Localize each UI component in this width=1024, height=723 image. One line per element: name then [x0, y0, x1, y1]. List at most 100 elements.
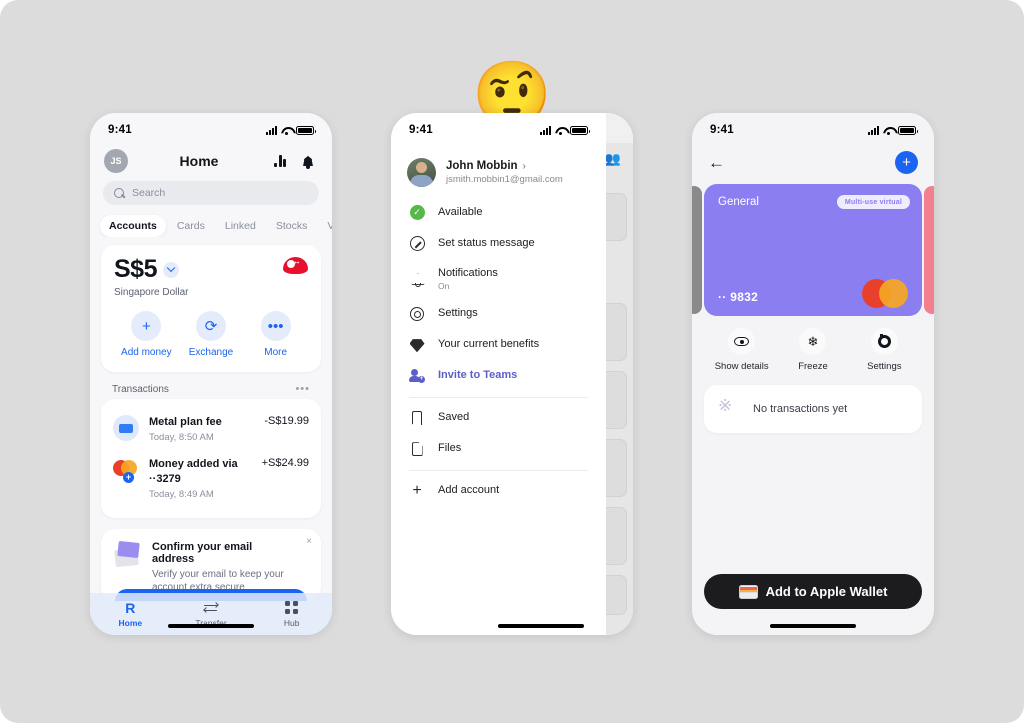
battery-icon [296, 125, 316, 135]
action-label: Exchange [188, 347, 234, 358]
menu-item-notifications[interactable]: Notifications On [391, 259, 606, 299]
status-icons [540, 125, 590, 135]
phone-3-card-detail: 9:41 ← + General Multi-use virtual ·· 98… [692, 113, 934, 635]
menu-item-files[interactable]: Files [391, 434, 606, 465]
cellular-signal-icon [540, 125, 551, 135]
chevron-right-icon: › [522, 160, 526, 172]
close-icon[interactable]: × [306, 536, 312, 547]
action-add-money[interactable]: + Add money [114, 311, 179, 358]
transactions-title: Transactions [112, 383, 169, 395]
singapore-flag-icon [283, 257, 308, 274]
currency-name: Singapore Dollar [114, 287, 189, 298]
menu-item-label: Settings [438, 307, 478, 320]
action-exchange[interactable]: ⟳ Exchange [179, 311, 244, 358]
cellular-signal-icon [868, 125, 879, 135]
nav-item-home[interactable]: R Home [90, 599, 171, 629]
tab-linked[interactable]: Linked [216, 215, 265, 237]
transaction-time: Today, 8:50 AM [149, 431, 214, 443]
status-time: 9:41 [710, 124, 734, 136]
action-label: Show details [714, 361, 769, 372]
menu-item-label: Your current benefits [438, 338, 540, 351]
transaction-info: Money added via ··3279 Today, 8:49 AM [149, 457, 256, 500]
bar-chart-icon[interactable] [270, 155, 290, 167]
tab-stocks[interactable]: Stocks [267, 215, 317, 237]
status-icons [266, 125, 316, 135]
menu-item-label: Invite to Teams [438, 369, 518, 382]
action-settings[interactable]: Settings [849, 328, 920, 372]
menu-item-settings[interactable]: Settings [391, 299, 606, 330]
avatar [407, 158, 436, 187]
avatar[interactable]: JS [104, 149, 128, 173]
tab-accounts[interactable]: Accounts [100, 215, 166, 237]
home-indicator [770, 624, 856, 628]
menu-item-label: Add account [438, 484, 500, 497]
bell-icon[interactable] [298, 154, 318, 169]
card-actions: Show details ❄ Freeze Settings [706, 328, 920, 372]
tab-vaults[interactable]: Vaul [318, 215, 332, 237]
battery-icon [898, 125, 918, 135]
envelope-icon [113, 541, 143, 569]
add-to-apple-wallet-button[interactable]: Add to Apple Wallet [704, 574, 922, 609]
apple-wallet-icon [738, 584, 758, 599]
account-tabs: Accounts Cards Linked Stocks Vaul [90, 205, 332, 237]
quick-actions: + Add money ⟳ Exchange ••• More [114, 311, 308, 358]
page-title: Home [179, 153, 219, 169]
add-card-button[interactable]: + [895, 151, 918, 174]
search-icon [114, 187, 125, 199]
chevron-down-icon[interactable] [162, 262, 179, 278]
profile-name-row: John Mobbin › [446, 160, 563, 172]
mastercard-icon: + [113, 457, 139, 483]
menu-item-set-status-message[interactable]: Set status message [391, 228, 606, 259]
status-available-icon: ✓ [409, 205, 425, 221]
action-more[interactable]: ••• More [243, 311, 308, 358]
search-input[interactable]: Search [103, 181, 319, 205]
card-general[interactable]: General Multi-use virtual ·· 9832 [704, 184, 922, 316]
transaction-time: Today, 8:49 AM [149, 488, 214, 500]
menu-item-saved[interactable]: Saved [391, 403, 606, 434]
action-freeze[interactable]: ❄ Freeze [777, 328, 848, 372]
menu-item-label: Notifications [438, 266, 498, 279]
menu-item-label: Saved [438, 411, 470, 424]
menu-item-label: Available [438, 205, 483, 218]
table-row[interactable]: Metal plan fee Today, 8:50 AM -S$19.99 [113, 408, 309, 450]
gear-icon [870, 328, 898, 355]
profile-name: John Mobbin [446, 160, 518, 172]
add-people-icon: 👥 [604, 151, 621, 166]
email-confirmation-banner: × Confirm your email address Verify your… [101, 528, 321, 601]
empty-transactions-card: No transactions yet [704, 385, 922, 433]
home-indicator [498, 624, 584, 628]
nav-label: Hub [283, 618, 300, 628]
bell-icon [409, 271, 425, 287]
menu-item-benefits[interactable]: Your current benefits [391, 330, 606, 361]
transactions-header: Transactions ••• [90, 372, 332, 397]
exchange-icon: ⟳ [196, 311, 226, 341]
menu-item-available[interactable]: ✓ Available [391, 197, 606, 228]
tab-cards[interactable]: Cards [168, 215, 214, 237]
nav-item-hub[interactable]: Hub [251, 600, 332, 628]
bottom-navigation: R Home Transfer Hub [90, 593, 332, 635]
status-icons [868, 125, 918, 135]
wallet-button-label: Add to Apple Wallet [765, 584, 888, 599]
phone1-content: 9:41 JS Home Search Accounts Cards Linke… [90, 113, 332, 635]
empty-transactions-icon [718, 396, 740, 420]
table-row[interactable]: + Money added via ··3279 Today, 8:49 AM … [113, 450, 309, 507]
menu-item-invite-to-teams[interactable]: + Invite to Teams [391, 361, 606, 392]
revolut-r-icon: R [125, 599, 136, 616]
transaction-name: Metal plan fee [149, 416, 222, 428]
menu-item-add-account[interactable]: + Add account [391, 476, 606, 507]
status-time: 9:41 [108, 124, 132, 136]
status-time: 9:41 [409, 124, 433, 136]
card-neighbor-right[interactable] [924, 186, 934, 314]
phone3-header: ← + [692, 143, 934, 174]
action-show-details[interactable]: Show details [706, 328, 777, 372]
phone-2-account-menu: 👥 9:41 John Mobbin › jsmith.mobbin1@gmai… [391, 113, 633, 635]
back-arrow-icon[interactable]: ← [708, 154, 725, 171]
plus-icon: + [131, 311, 162, 341]
profile-row[interactable]: John Mobbin › jsmith.mobbin1@gmail.com [391, 143, 606, 197]
wifi-icon [883, 126, 894, 135]
wifi-icon [281, 126, 292, 135]
card-carousel: General Multi-use virtual ·· 9832 [692, 184, 934, 316]
pencil-circle-icon [409, 236, 425, 252]
card-neighbor-left[interactable] [692, 186, 702, 314]
transactions-more-icon[interactable]: ••• [295, 383, 310, 395]
